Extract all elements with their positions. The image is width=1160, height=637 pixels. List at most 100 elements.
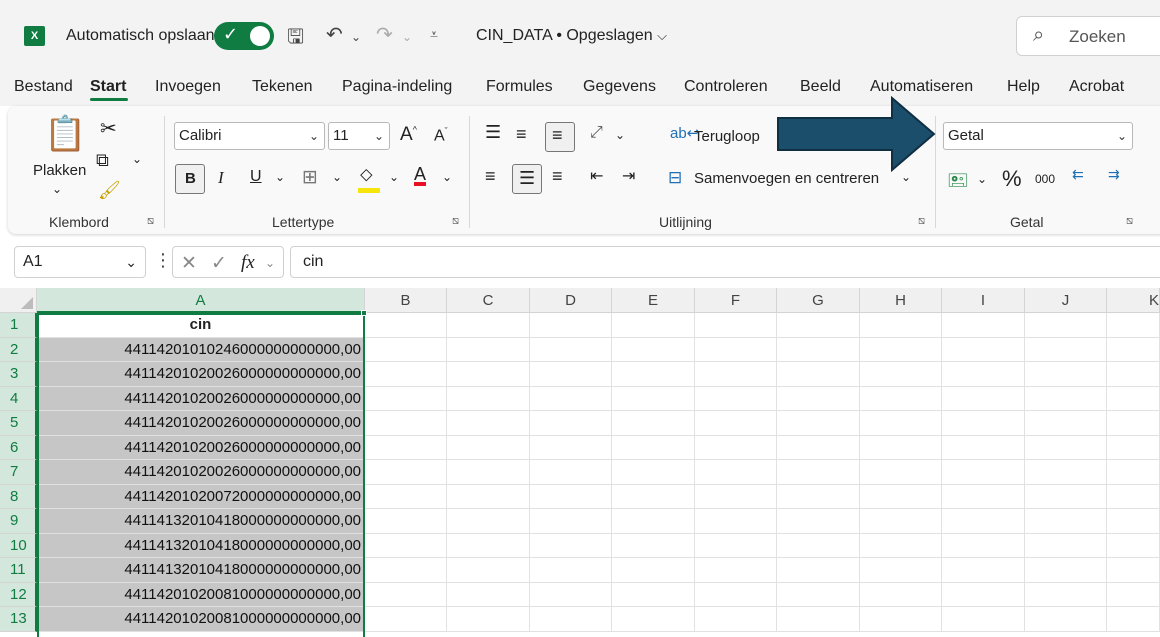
empty-cell[interactable] [860, 386, 942, 411]
empty-cell[interactable] [612, 337, 695, 362]
align-top-icon[interactable]: ☰ [485, 122, 501, 143]
alignment-launcher-icon[interactable]: ⧅ [918, 215, 925, 228]
formula-input[interactable]: cin [290, 246, 1160, 278]
empty-cell[interactable] [447, 313, 530, 338]
empty-cell[interactable] [365, 607, 447, 632]
cut-icon[interactable]: ✂ [100, 116, 117, 141]
empty-cell[interactable] [1025, 509, 1107, 534]
empty-cell[interactable] [860, 313, 942, 338]
empty-cell[interactable] [365, 337, 447, 362]
row-header[interactable]: 11 [0, 558, 37, 583]
empty-cell[interactable] [365, 582, 447, 607]
column-header-d[interactable]: D [530, 288, 612, 313]
empty-cell[interactable] [1025, 582, 1107, 607]
fill-color-chevron-icon[interactable]: ⌄ [389, 170, 399, 184]
column-header-b[interactable]: B [365, 288, 447, 313]
empty-cell[interactable] [777, 558, 860, 583]
data-cell[interactable]: 44114201020026000000000000,00 [37, 362, 365, 387]
empty-cell[interactable] [612, 558, 695, 583]
empty-cell[interactable] [777, 337, 860, 362]
empty-cell[interactable] [777, 607, 860, 632]
empty-cell[interactable] [942, 362, 1025, 387]
align-right-icon[interactable]: ≡ [552, 166, 563, 187]
row-header[interactable]: 1 [0, 313, 37, 338]
empty-cell[interactable] [1025, 558, 1107, 583]
tab-beeld[interactable]: Beeld [800, 78, 841, 96]
insert-function-button[interactable]: fx [241, 252, 255, 274]
percent-style-button[interactable]: % [1002, 166, 1022, 192]
empty-cell[interactable] [447, 460, 530, 485]
italic-button[interactable]: I [218, 168, 224, 188]
empty-cell[interactable] [942, 509, 1025, 534]
merge-chevron-icon[interactable]: ⌄ [901, 170, 911, 184]
empty-cell[interactable] [1107, 533, 1160, 558]
empty-cell[interactable] [612, 313, 695, 338]
copy-chevron-icon[interactable]: ⌄ [132, 152, 142, 166]
fill-handle[interactable] [361, 310, 367, 316]
empty-cell[interactable] [1107, 558, 1160, 583]
empty-cell[interactable] [530, 533, 612, 558]
empty-cell[interactable] [1107, 362, 1160, 387]
empty-cell[interactable] [695, 558, 777, 583]
empty-cell[interactable] [447, 509, 530, 534]
empty-cell[interactable] [942, 337, 1025, 362]
empty-cell[interactable] [1107, 435, 1160, 460]
data-cell[interactable]: 44114201020081000000000000,00 [37, 582, 365, 607]
row-header[interactable]: 10 [0, 533, 37, 558]
font-name-select[interactable]: Calibri ⌄ [174, 122, 325, 150]
empty-cell[interactable] [942, 533, 1025, 558]
accounting-chevron-icon[interactable]: ⌄ [977, 172, 987, 186]
empty-cell[interactable] [860, 411, 942, 436]
enter-icon[interactable]: ✓ [211, 252, 227, 275]
customize-qat-icon[interactable]: ⩡ [430, 26, 438, 43]
empty-cell[interactable] [777, 484, 860, 509]
empty-cell[interactable] [942, 411, 1025, 436]
empty-cell[interactable] [695, 386, 777, 411]
empty-cell[interactable] [777, 362, 860, 387]
empty-cell[interactable] [860, 533, 942, 558]
underline-button[interactable]: U [250, 168, 262, 186]
tab-bestand[interactable]: Bestand [14, 78, 73, 96]
empty-cell[interactable] [695, 313, 777, 338]
row-header[interactable]: 4 [0, 386, 37, 411]
empty-cell[interactable] [612, 386, 695, 411]
tab-tekenen[interactable]: Tekenen [252, 78, 313, 96]
empty-cell[interactable] [777, 313, 860, 338]
fill-color-icon[interactable]: ⬦ [360, 164, 373, 185]
empty-cell[interactable] [1025, 435, 1107, 460]
empty-cell[interactable] [942, 582, 1025, 607]
more-options-icon[interactable]: ⋮ [154, 250, 172, 271]
empty-cell[interactable] [1025, 337, 1107, 362]
accounting-format-icon[interactable]: 🖭 [948, 168, 968, 197]
empty-cell[interactable] [1107, 386, 1160, 411]
row-header[interactable]: 9 [0, 509, 37, 534]
empty-cell[interactable] [612, 411, 695, 436]
column-header-i[interactable]: I [942, 288, 1025, 313]
empty-cell[interactable] [447, 337, 530, 362]
empty-cell[interactable] [1107, 411, 1160, 436]
empty-cell[interactable] [612, 362, 695, 387]
tab-pagina-indeling[interactable]: Pagina-indeling [342, 78, 452, 96]
empty-cell[interactable] [530, 484, 612, 509]
empty-cell[interactable] [1107, 460, 1160, 485]
empty-cell[interactable] [447, 558, 530, 583]
empty-cell[interactable] [1107, 607, 1160, 632]
align-left-icon[interactable]: ≡ [485, 166, 496, 187]
paste-icon[interactable]: 📋 [44, 114, 86, 154]
increase-font-size-icon[interactable]: A^ [400, 124, 417, 146]
empty-cell[interactable] [777, 582, 860, 607]
empty-cell[interactable] [942, 386, 1025, 411]
empty-cell[interactable] [777, 460, 860, 485]
empty-cell[interactable] [695, 362, 777, 387]
row-header[interactable]: 8 [0, 484, 37, 509]
decrease-font-size-icon[interactable]: Aˇ [434, 126, 448, 145]
font-color-button[interactable]: A [414, 164, 426, 185]
empty-cell[interactable] [447, 386, 530, 411]
number-format-select[interactable]: Getal ⌄ [943, 122, 1133, 150]
select-all-corner[interactable] [0, 288, 37, 313]
clipboard-launcher-icon[interactable]: ⧅ [147, 215, 154, 228]
font-launcher-icon[interactable]: ⧅ [452, 215, 459, 228]
excel-icon[interactable]: X [24, 26, 45, 46]
empty-cell[interactable] [530, 411, 612, 436]
row-header[interactable]: 12 [0, 582, 37, 607]
